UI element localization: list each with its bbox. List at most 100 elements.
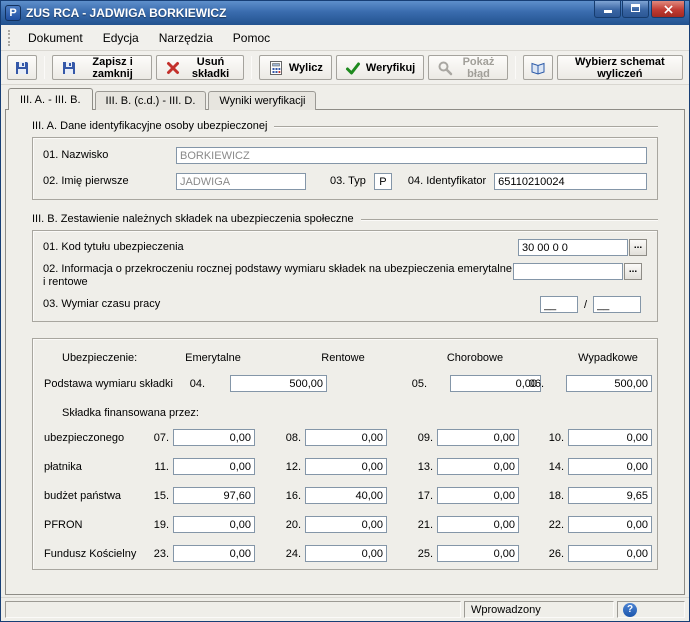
cell-17-input[interactable] [437, 487, 519, 504]
cell-10-input[interactable] [568, 429, 652, 446]
kod-browse-button[interactable]: ... [629, 239, 647, 256]
app-window: P ZUS RCA - JADWIGA BORKIEWICZ Dokument … [0, 0, 690, 622]
minimize-button[interactable] [594, 1, 621, 18]
przekroczenie-input[interactable] [513, 263, 623, 280]
statusbar-main-panel [5, 601, 461, 618]
field-number: 20. [285, 519, 301, 531]
cell-11-input[interactable] [173, 458, 255, 475]
podstawa-row: Podstawa wymiaru składki 04. 05. 06. [33, 375, 657, 393]
identyfikator-input[interactable] [494, 173, 647, 190]
wymiar-row: 03. Wymiar czasu pracy / [43, 296, 647, 313]
green-check-icon [345, 60, 361, 76]
contributions-groupbox: Ubezpieczenie: Emerytalne Rentowe Chorob… [32, 338, 658, 570]
row-label: płatnika [44, 461, 82, 473]
tab-wyniki-weryfikacji[interactable]: Wyniki weryfikacji [208, 91, 317, 110]
cell-20-input[interactable] [305, 516, 387, 533]
calculate-label: Wylicz [288, 61, 323, 74]
field-number: 18. [548, 490, 564, 502]
calculate-button[interactable]: Wylicz [258, 55, 332, 80]
cell-21-input[interactable] [437, 516, 519, 533]
imie-input[interactable] [176, 173, 306, 190]
tab-iii-b-cd-iii-d[interactable]: III. B. (c.d.) - III. D. [94, 91, 207, 110]
cell-16-input[interactable] [305, 487, 387, 504]
podstawa-06-input[interactable] [566, 375, 652, 392]
close-button[interactable] [651, 1, 685, 18]
field-number: 15. [153, 490, 169, 502]
open-book-icon [530, 60, 546, 76]
imie-row: 02. Imię pierwsze 03. Typ 04. Identyfika… [43, 173, 647, 190]
przekroczenie-browse-button[interactable]: ... [624, 263, 642, 280]
row-label: ubezpieczonego [44, 432, 125, 444]
table-row-platnika: płatnika 11. 12. 13. 14. [33, 458, 657, 476]
field-number: 04. [189, 378, 205, 390]
floppy-icon [61, 60, 77, 76]
cell-15-input[interactable] [173, 487, 255, 504]
tabstrip: III. A. - III. B. III. B. (c.d.) - III. … [8, 88, 685, 110]
menu-pomoc[interactable]: Pomoc [224, 27, 279, 49]
field-number: 14. [548, 461, 564, 473]
menu-narzedzia[interactable]: Narzędzia [150, 27, 222, 49]
maximize-button[interactable] [622, 1, 649, 18]
wymiar-label: 03. Wymiar czasu pracy [43, 298, 161, 310]
section-iii-a-groupbox: 01. Nazwisko 02. Imię pierwsze 03. Typ 0… [32, 137, 658, 200]
tab-panel: III. A. Dane identyfikacyjne osoby ubezp… [5, 109, 685, 595]
nazwisko-label: 01. Nazwisko [43, 149, 109, 161]
cell-18-input[interactable] [568, 487, 652, 504]
field-number: 26. [548, 548, 564, 560]
cell-08-input[interactable] [305, 429, 387, 446]
nazwisko-input[interactable] [176, 147, 647, 164]
wymiar-denominator-input[interactable] [593, 296, 641, 313]
field-number: 21. [417, 519, 433, 531]
menubar-gripper[interactable] [8, 29, 12, 46]
wymiar-numerator-input[interactable] [539, 296, 578, 313]
delete-contributions-label: Usuń składki [191, 55, 230, 80]
cell-22-input[interactable] [568, 516, 652, 533]
save-and-close-button[interactable]: Zapisz i zamknij [52, 55, 153, 80]
choose-schema-button[interactable]: Wybierz schemat wyliczeń [556, 55, 683, 80]
cell-19-input[interactable] [173, 516, 255, 533]
titlebar: P ZUS RCA - JADWIGA BORKIEWICZ [1, 1, 689, 25]
choose-schema-label: Wybierz schemat wyliczeń [575, 55, 665, 80]
field-number: 06. [528, 378, 544, 390]
kod-row: 01. Kod tytułu ubezpieczenia ... [43, 239, 647, 256]
show-error-label: Pokaż błąd [462, 55, 495, 80]
schema-book-button[interactable] [522, 55, 553, 80]
help-glyph: ? [626, 604, 634, 615]
table-row-ubezpieczonego: ubezpieczonego 07. 08. 09. 10. [33, 429, 657, 447]
row-label: budżet państwa [44, 490, 122, 502]
field-number: 17. [417, 490, 433, 502]
cell-14-input[interactable] [568, 458, 652, 475]
cell-25-input[interactable] [437, 545, 519, 562]
save-button[interactable] [7, 55, 37, 80]
show-error-button[interactable]: Pokaż błąd [428, 55, 508, 80]
tab-iii-a-iii-b[interactable]: III. A. - III. B. [8, 88, 93, 110]
delete-contributions-button[interactable]: Usuń składki [156, 55, 244, 80]
cell-24-input[interactable] [305, 545, 387, 562]
help-icon[interactable]: ? [623, 602, 637, 617]
cell-12-input[interactable] [305, 458, 387, 475]
toolbar-separator [250, 56, 252, 79]
column-header-wypadkowe: Wypadkowe [578, 352, 638, 364]
field-number: 10. [548, 432, 564, 444]
kod-input[interactable] [518, 239, 628, 256]
wymiar-separator: / [583, 298, 587, 311]
podstawa-04-input[interactable] [230, 375, 327, 392]
minimize-icon [603, 10, 612, 13]
cell-26-input[interactable] [568, 545, 652, 562]
menu-dokument[interactable]: Dokument [19, 27, 92, 49]
field-number: 16. [285, 490, 301, 502]
cell-09-input[interactable] [437, 429, 519, 446]
status-text: Wprowadzony [464, 601, 614, 618]
verify-button[interactable]: Weryfikuj [335, 55, 425, 80]
statusbar: Wprowadzony ? [1, 597, 689, 621]
column-header-rentowe: Rentowe [321, 352, 365, 364]
cell-23-input[interactable] [173, 545, 255, 562]
field-number: 13. [417, 461, 433, 473]
cell-07-input[interactable] [173, 429, 255, 446]
cell-13-input[interactable] [437, 458, 519, 475]
window-controls [594, 1, 685, 18]
typ-input[interactable] [373, 173, 392, 190]
column-header-emerytalne: Emerytalne [185, 352, 241, 364]
divider [274, 125, 658, 127]
menu-edycja[interactable]: Edycja [94, 27, 148, 49]
